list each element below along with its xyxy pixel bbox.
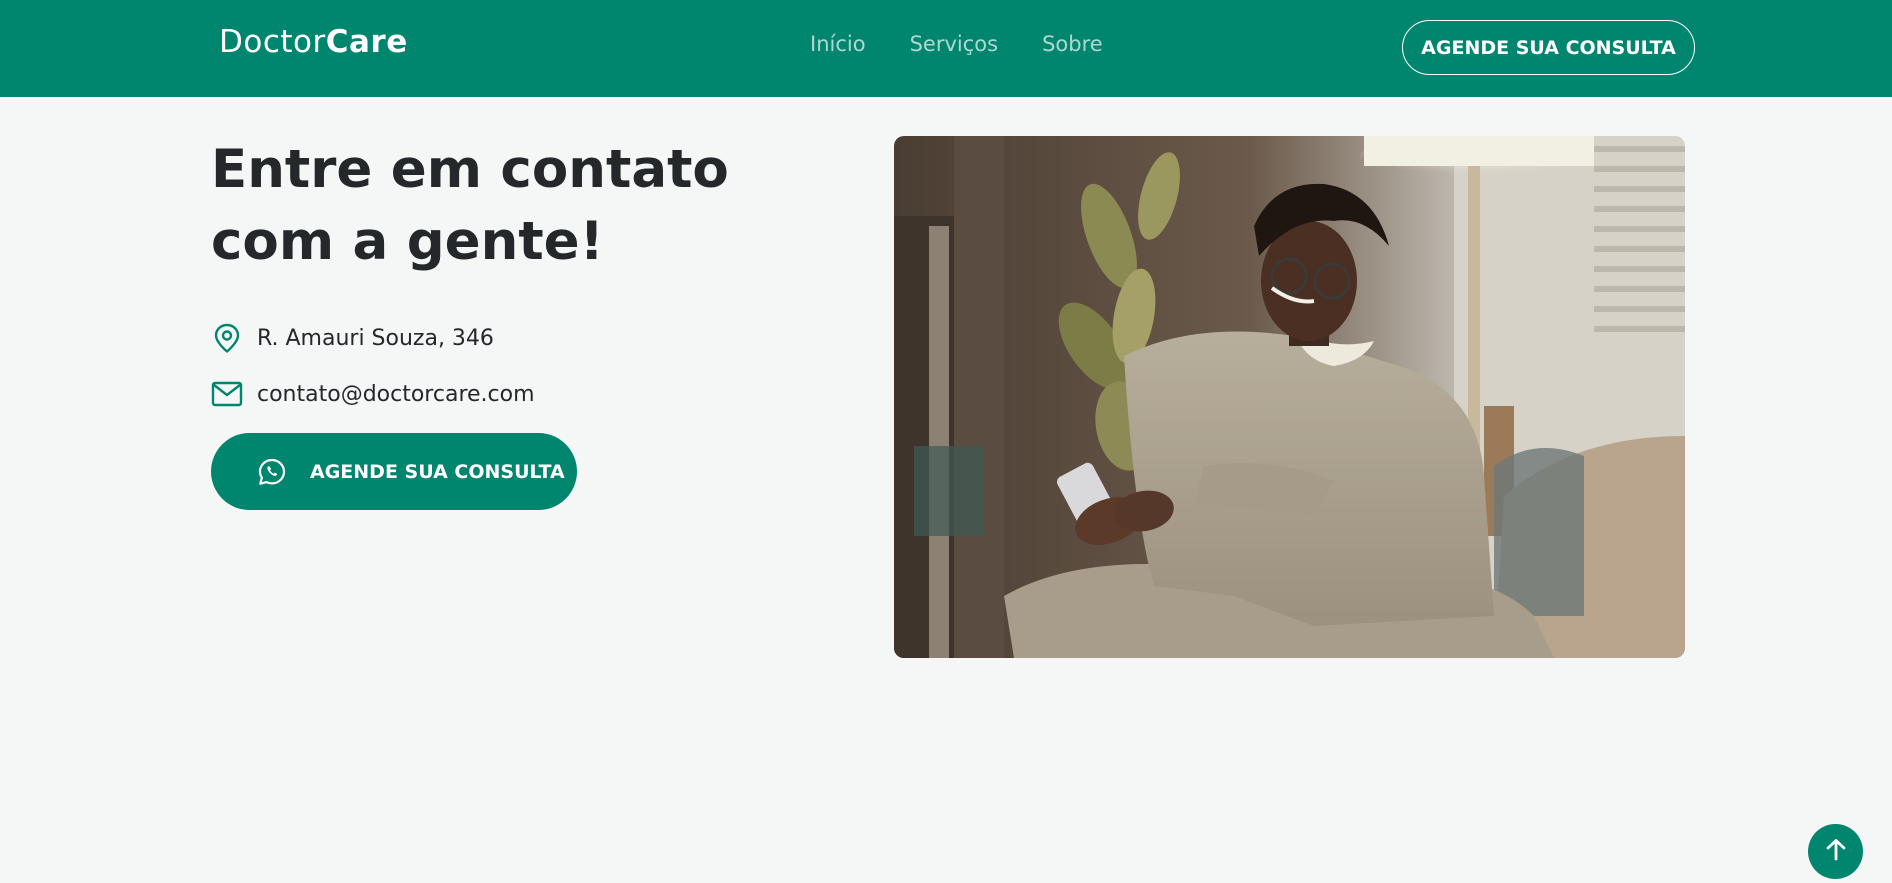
address-row: R. Amauri Souza, 346 xyxy=(211,322,494,354)
envelope-icon xyxy=(211,378,243,410)
contact-title-line-2: com a gente! xyxy=(211,211,604,272)
contact-title: Entre em contato com a gente! xyxy=(211,134,851,278)
contact-photo-illustration xyxy=(894,136,1685,658)
nav-menu: Início Serviços Sobre xyxy=(810,32,1103,56)
whatsapp-icon xyxy=(256,456,288,488)
nav-link-servicos[interactable]: Serviços xyxy=(910,32,998,56)
email-row: contato@doctorcare.com xyxy=(211,378,535,410)
whatsapp-schedule-label: AGENDE SUA CONSULTA xyxy=(310,460,565,483)
email-text[interactable]: contato@doctorcare.com xyxy=(257,382,535,407)
header-schedule-button[interactable]: AGENDE SUA CONSULTA xyxy=(1402,20,1695,75)
logo-regular-text: Doctor xyxy=(219,24,326,60)
whatsapp-schedule-button[interactable]: AGENDE SUA CONSULTA xyxy=(211,433,577,510)
logo[interactable]: DoctorCare xyxy=(219,24,408,60)
back-to-top-button[interactable] xyxy=(1808,824,1863,879)
logo-bold-text: Care xyxy=(325,24,408,60)
top-navbar: DoctorCare Início Serviços Sobre AGENDE … xyxy=(0,0,1892,97)
nav-link-sobre[interactable]: Sobre xyxy=(1042,32,1103,56)
nav-link-inicio[interactable]: Início xyxy=(810,32,866,56)
arrow-up-icon xyxy=(1823,837,1849,867)
contact-photo xyxy=(894,136,1685,658)
map-pin-icon xyxy=(211,322,243,354)
contact-title-line-1: Entre em contato xyxy=(211,139,729,200)
address-text: R. Amauri Souza, 346 xyxy=(257,325,494,351)
